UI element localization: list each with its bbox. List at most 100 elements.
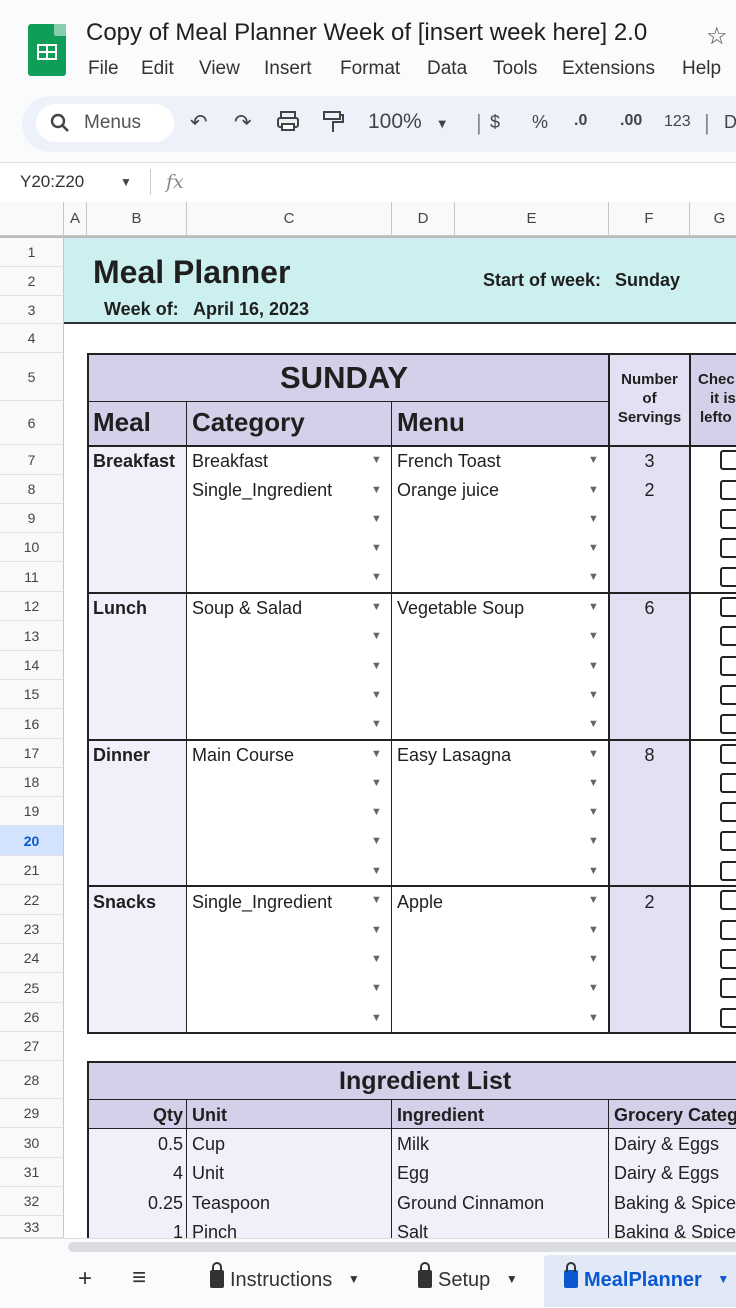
search-menus[interactable]: Menus: [36, 104, 174, 142]
ingredient-unit[interactable]: Pinch: [192, 1222, 237, 1238]
category-cell[interactable]: Single_Ingredient: [192, 480, 332, 501]
category-dropdown-icon[interactable]: ▼: [371, 660, 382, 672]
servings-cell[interactable]: 3: [609, 451, 690, 472]
sheet-tab-setup[interactable]: Setup ▼: [418, 1262, 518, 1292]
row-header[interactable]: 8: [0, 475, 64, 504]
menu-data[interactable]: Data: [427, 58, 467, 80]
ingredient-qty[interactable]: 1: [87, 1222, 183, 1238]
add-sheet-icon[interactable]: +: [78, 1265, 92, 1293]
format-currency-button[interactable]: $: [490, 112, 500, 133]
menu-tools[interactable]: Tools: [493, 58, 537, 80]
row-header[interactable]: 7: [0, 445, 64, 475]
category-dropdown-icon[interactable]: ▼: [371, 806, 382, 818]
menu-dropdown-icon[interactable]: ▼: [588, 542, 599, 554]
more-formats-button[interactable]: 123: [664, 113, 691, 131]
category-dropdown-icon[interactable]: ▼: [371, 748, 382, 760]
row-header[interactable]: 6: [0, 401, 64, 445]
ingredient-qty[interactable]: 0.25: [87, 1193, 183, 1214]
row-header[interactable]: 27: [0, 1032, 64, 1061]
row-header-selected[interactable]: 20: [0, 826, 64, 856]
row-header[interactable]: 10: [0, 533, 64, 562]
row-header[interactable]: 16: [0, 709, 64, 739]
menu-dropdown-icon[interactable]: ▼: [588, 660, 599, 672]
zoom-select[interactable]: 100% ▼: [368, 110, 449, 134]
row-header[interactable]: 31: [0, 1158, 64, 1187]
menu-help[interactable]: Help: [682, 58, 721, 80]
column-header[interactable]: G: [690, 202, 736, 236]
ingredient-name[interactable]: Egg: [397, 1163, 429, 1184]
row-header[interactable]: 24: [0, 944, 64, 973]
week-of-value[interactable]: April 16, 2023: [193, 299, 309, 320]
menu-dropdown-icon[interactable]: ▼: [588, 689, 599, 701]
ingredient-category[interactable]: Dairy & Eggs: [614, 1134, 719, 1155]
row-header[interactable]: 12: [0, 592, 64, 621]
menu-dropdown-icon[interactable]: ▼: [588, 571, 599, 583]
category-dropdown-icon[interactable]: ▼: [371, 777, 382, 789]
ingredient-qty[interactable]: 4: [87, 1163, 183, 1184]
column-header[interactable]: D: [392, 202, 455, 236]
undo-icon[interactable]: ↶: [190, 110, 208, 135]
format-percent-button[interactable]: %: [532, 112, 548, 133]
ingredient-category[interactable]: Baking & Spice: [614, 1193, 736, 1214]
menu-dropdown-icon[interactable]: ▼: [588, 601, 599, 613]
leftover-checkbox[interactable]: [720, 773, 736, 793]
search-input[interactable]: Menus: [84, 112, 141, 134]
leftover-checkbox[interactable]: [720, 509, 736, 529]
menu-dropdown-icon[interactable]: ▼: [588, 982, 599, 994]
row-header[interactable]: 28: [0, 1061, 64, 1099]
ingredient-unit[interactable]: Teaspoon: [192, 1193, 270, 1214]
leftover-checkbox[interactable]: [720, 480, 736, 500]
menu-dropdown-icon[interactable]: ▼: [588, 924, 599, 936]
chevron-down-icon[interactable]: ▼: [717, 1272, 729, 1286]
menu-dropdown-icon[interactable]: ▼: [588, 1012, 599, 1024]
row-header[interactable]: 1: [0, 238, 64, 267]
menu-cell[interactable]: French Toast: [397, 451, 501, 472]
category-dropdown-icon[interactable]: ▼: [371, 630, 382, 642]
sheet-tab-instructions[interactable]: Instructions ▼: [210, 1262, 360, 1292]
row-header[interactable]: 18: [0, 768, 64, 797]
category-cell[interactable]: Main Course: [192, 745, 294, 766]
leftover-checkbox[interactable]: [720, 538, 736, 558]
category-dropdown-icon[interactable]: ▼: [371, 865, 382, 877]
leftover-checkbox[interactable]: [720, 861, 736, 881]
category-dropdown-icon[interactable]: ▼: [371, 689, 382, 701]
font-select[interactable]: D: [724, 112, 736, 133]
star-icon[interactable]: ☆: [706, 22, 728, 51]
chevron-down-icon[interactable]: ▼: [120, 175, 132, 189]
ingredient-name[interactable]: Salt: [397, 1222, 428, 1238]
category-cell[interactable]: Soup & Salad: [192, 598, 302, 619]
leftover-checkbox[interactable]: [720, 685, 736, 705]
select-all-corner[interactable]: [0, 202, 64, 236]
ingredient-name[interactable]: Ground Cinnamon: [397, 1193, 544, 1214]
leftover-checkbox[interactable]: [720, 567, 736, 587]
leftover-checkbox[interactable]: [720, 626, 736, 646]
category-dropdown-icon[interactable]: ▼: [371, 513, 382, 525]
ingredient-unit[interactable]: Unit: [192, 1163, 224, 1184]
row-header[interactable]: 30: [0, 1128, 64, 1158]
row-header[interactable]: 22: [0, 885, 64, 915]
ingredient-category[interactable]: Baking & Spice: [614, 1222, 736, 1238]
menu-dropdown-icon[interactable]: ▼: [588, 894, 599, 906]
row-header[interactable]: 11: [0, 562, 64, 592]
row-header[interactable]: 5: [0, 353, 64, 401]
print-icon[interactable]: [276, 110, 300, 138]
category-dropdown-icon[interactable]: ▼: [371, 924, 382, 936]
leftover-checkbox[interactable]: [720, 744, 736, 764]
menu-cell[interactable]: Orange juice: [397, 480, 499, 501]
ingredient-category[interactable]: Dairy & Eggs: [614, 1163, 719, 1184]
leftover-checkbox[interactable]: [720, 890, 736, 910]
servings-cell[interactable]: 6: [609, 598, 690, 619]
spreadsheet-grid[interactable]: A B C D E F G 1 2 3 4 5 6 7 8 9 10 11 12…: [0, 202, 736, 1238]
category-dropdown-icon[interactable]: ▼: [371, 718, 382, 730]
sheets-logo-icon[interactable]: [28, 24, 66, 76]
category-dropdown-icon[interactable]: ▼: [371, 835, 382, 847]
category-dropdown-icon[interactable]: ▼: [371, 542, 382, 554]
ingredient-unit[interactable]: Cup: [192, 1134, 225, 1155]
row-header[interactable]: 15: [0, 680, 64, 709]
menu-extensions[interactable]: Extensions: [562, 58, 655, 80]
row-header[interactable]: 26: [0, 1003, 64, 1032]
leftover-checkbox[interactable]: [720, 1008, 736, 1028]
category-dropdown-icon[interactable]: ▼: [371, 571, 382, 583]
category-dropdown-icon[interactable]: ▼: [371, 953, 382, 965]
row-header[interactable]: 25: [0, 973, 64, 1003]
